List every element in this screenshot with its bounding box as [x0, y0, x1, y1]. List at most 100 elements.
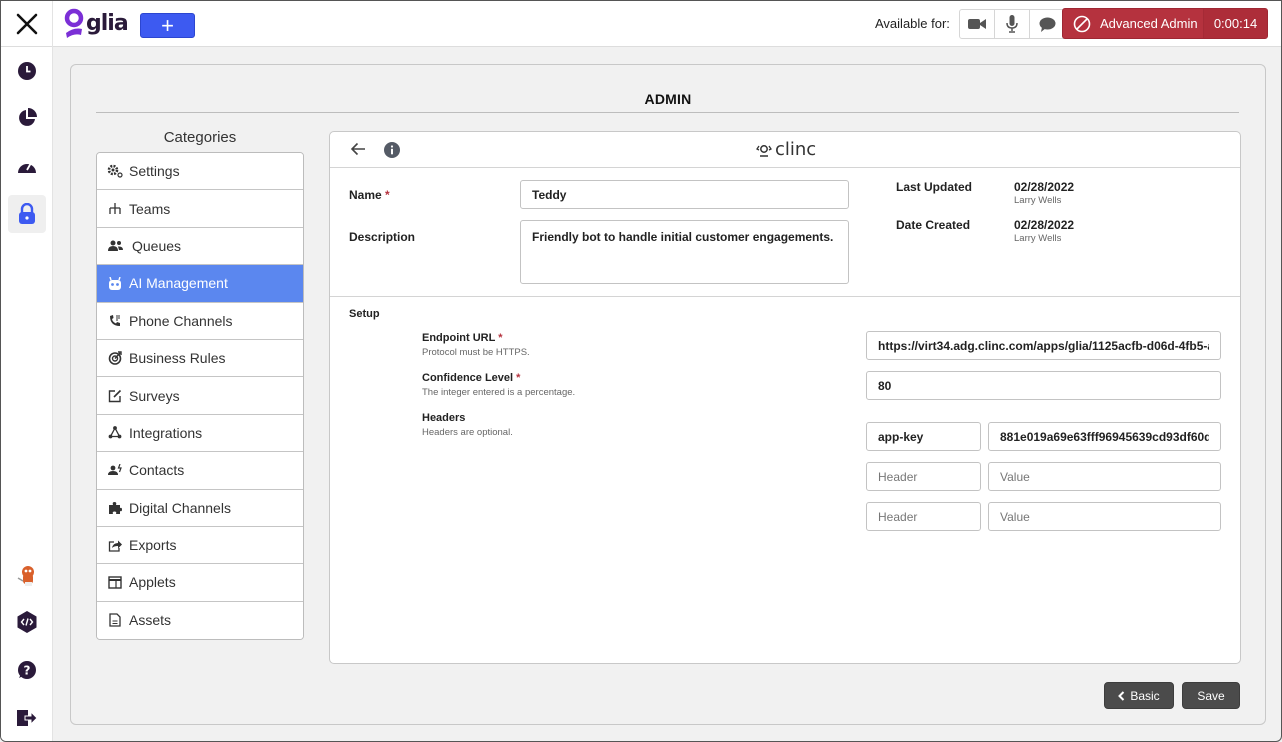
basic-button-label: Basic	[1130, 688, 1160, 703]
window-icon	[107, 574, 123, 590]
status-main: Advanced Admin	[1063, 9, 1203, 38]
endpoint-hint: Protocol must be HTTPS.	[422, 347, 530, 358]
header-value-input[interactable]	[988, 502, 1221, 531]
nav-dashboard[interactable]	[8, 147, 46, 185]
category-assets[interactable]: Assets	[97, 601, 303, 640]
info-icon	[384, 142, 400, 158]
nav-developer[interactable]	[8, 603, 46, 641]
back-button[interactable]	[350, 142, 366, 161]
media-availability-group	[959, 9, 1066, 39]
status-label: Advanced Admin	[1100, 16, 1198, 31]
category-label: Business Rules	[129, 350, 226, 367]
category-label: Queues	[132, 237, 182, 254]
save-button-label: Save	[1197, 688, 1225, 703]
date-created-by: Larry Wells	[1014, 233, 1062, 244]
glia-logo: glia	[64, 7, 129, 39]
document-icon	[107, 612, 123, 628]
date-created-label: Date Created	[896, 218, 971, 232]
close-button[interactable]	[1, 1, 53, 47]
nav-history[interactable]	[8, 52, 46, 90]
category-ai-management[interactable]: AI Management	[97, 265, 303, 303]
logout-icon	[17, 710, 37, 726]
category-applets[interactable]: Applets	[97, 564, 303, 602]
unavailable-icon	[1073, 15, 1091, 32]
arrow-left-icon	[350, 142, 365, 156]
category-label: AI Management	[129, 275, 228, 292]
card-header: clinc	[330, 132, 1240, 168]
phone-icon	[107, 313, 123, 329]
category-surveys[interactable]: Surveys	[97, 377, 303, 415]
audio-toggle[interactable]	[995, 10, 1030, 38]
confidence-level-input[interactable]	[866, 371, 1221, 400]
category-teams[interactable]: Teams	[97, 190, 303, 228]
chevron-left-icon	[1118, 690, 1125, 701]
share-icon	[107, 537, 123, 553]
contacts-icon	[107, 462, 123, 478]
clinc-logo-icon	[756, 144, 772, 157]
close-icon	[16, 13, 37, 35]
category-label: Surveys	[129, 387, 180, 404]
category-integrations[interactable]: Integrations	[97, 414, 303, 453]
glia-logo-text: glia	[86, 10, 129, 36]
provider-name: clinc	[775, 139, 817, 160]
categories-title: Categories	[163, 129, 237, 146]
save-button[interactable]: Save	[1182, 682, 1240, 709]
category-settings[interactable]: Settings	[97, 153, 303, 191]
category-exports[interactable]: Exports	[97, 526, 303, 565]
categories-list: Settings Teams Queues AI Management Phon…	[96, 152, 304, 641]
headers-label: Headers	[422, 412, 466, 424]
confidence-hint: The integer entered is a percentage.	[422, 387, 576, 398]
endpoint-url-input[interactable]	[866, 331, 1221, 360]
title-divider	[96, 112, 1239, 113]
basic-button[interactable]: Basic	[1104, 682, 1174, 709]
app-window: glia + Available for: Advanced Admin 0:0…	[0, 0, 1282, 742]
name-input[interactable]	[520, 180, 849, 209]
category-digital-channels[interactable]: Digital Channels	[97, 489, 303, 527]
header-value-input[interactable]	[988, 462, 1221, 491]
category-label: Assets	[129, 612, 172, 629]
chat-toggle[interactable]	[1030, 10, 1065, 38]
category-label: Integrations	[129, 424, 203, 441]
add-button[interactable]: +	[140, 13, 195, 38]
last-updated-date: 02/28/2022	[1014, 180, 1075, 194]
nav-help[interactable]: ?	[8, 651, 46, 689]
user-avatar-icon	[17, 566, 34, 586]
admin-panel: ADMIN Categories Settings Teams Queues A…	[70, 64, 1266, 725]
video-toggle[interactable]	[960, 10, 995, 38]
description-label: Description	[349, 230, 416, 244]
puzzle-icon	[107, 500, 123, 516]
category-label: Contacts	[129, 462, 185, 479]
nav-profile[interactable]	[8, 557, 46, 595]
microphone-icon	[1006, 15, 1018, 33]
svg-text:?: ?	[24, 664, 31, 678]
date-created-date: 02/28/2022	[1014, 218, 1075, 232]
status-button[interactable]: Advanced Admin 0:00:14	[1062, 8, 1268, 39]
category-phone-channels[interactable]: Phone Channels	[97, 302, 303, 340]
header-key-input[interactable]	[866, 422, 981, 451]
header-key-input[interactable]	[866, 502, 981, 531]
code-icon	[17, 611, 37, 633]
nav-reports[interactable]	[8, 99, 46, 137]
category-queues[interactable]: Queues	[97, 227, 303, 266]
category-contacts[interactable]: Contacts	[97, 452, 303, 490]
category-label: Applets	[129, 574, 176, 591]
gears-icon	[107, 163, 123, 179]
users-icon	[107, 238, 123, 254]
category-label: Phone Channels	[129, 312, 233, 329]
top-bar: glia + Available for: Advanced Admin 0:0…	[1, 1, 1281, 47]
info-button[interactable]	[384, 142, 400, 163]
header-value-input[interactable]	[988, 422, 1221, 451]
description-textarea[interactable]: Friendly bot to handle initial customer …	[520, 220, 849, 284]
gauge-icon	[18, 162, 36, 173]
nav-admin[interactable]	[8, 195, 46, 233]
endpoint-label: Endpoint URL *	[422, 332, 503, 344]
robot-icon	[107, 275, 123, 291]
nav-logout[interactable]	[8, 699, 46, 737]
hierarchy-icon	[107, 201, 123, 217]
category-label: Digital Channels	[129, 499, 231, 516]
headers-hint: Headers are optional.	[422, 427, 513, 438]
network-icon	[107, 425, 123, 441]
header-key-input[interactable]	[866, 462, 981, 491]
target-icon	[107, 350, 123, 366]
category-business-rules[interactable]: Business Rules	[97, 339, 303, 378]
